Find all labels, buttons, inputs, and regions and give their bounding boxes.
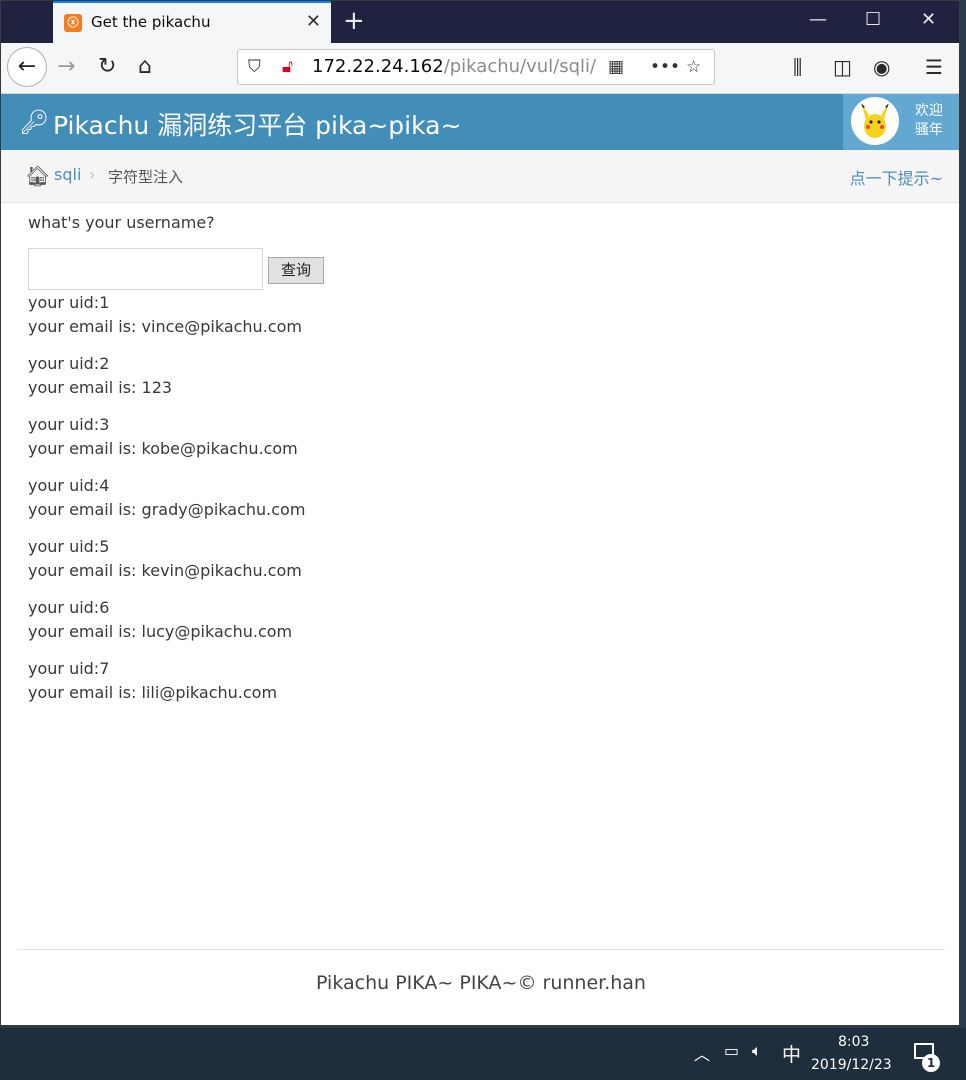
browser-window: ⓧ Get the pikachu ✕ + — ☐ ✕ ← → ↻ ⌂ ⛉ 🔓︎…: [0, 0, 960, 1026]
result-email: your email is: lili@pikachu.com: [28, 683, 278, 702]
result-uid: your uid:6: [28, 598, 110, 617]
result-uid: your uid:4: [28, 476, 110, 495]
result-email: your email is: kevin@pikachu.com: [28, 561, 302, 580]
tab-close-icon[interactable]: ✕: [306, 11, 321, 32]
footer-text: Pikachu PIKA~ PIKA~© runner.han: [316, 972, 646, 994]
breadcrumb-link-sqli[interactable]: sqli: [54, 165, 81, 184]
library-icon[interactable]: ⫼: [793, 55, 802, 79]
result-uid: your uid:1: [28, 293, 110, 312]
reload-button[interactable]: ↻: [98, 54, 116, 79]
result-email: your email is: 123: [28, 378, 173, 397]
clock-time[interactable]: 8:03: [838, 1034, 869, 1050]
url-bar[interactable]: ⛉ 🔓︎ 172.22.24.162/pikachu/vul/sqli/ ▦ •…: [237, 49, 715, 85]
qr-code-icon[interactable]: ▦: [608, 57, 624, 77]
url-text[interactable]: 172.22.24.162/pikachu/vul/sqli/: [312, 56, 596, 77]
hint-link[interactable]: 点一下提示~: [850, 165, 943, 189]
result-item: your uid:4 your email is: grady@pikachu.c…: [28, 474, 305, 522]
footer-divider: [17, 949, 945, 950]
key-icon: 🔑︎: [19, 108, 50, 136]
result-uid: your uid:2: [28, 354, 110, 373]
chevron-up-icon[interactable]: ︿: [694, 1041, 710, 1065]
minimize-button[interactable]: —: [809, 9, 827, 30]
browser-tab[interactable]: ⓧ Get the pikachu ✕: [53, 1, 331, 43]
result-email: your email is: grady@pikachu.com: [28, 500, 306, 519]
notification-badge: 1: [922, 1054, 940, 1072]
result-uid: your uid:7: [28, 659, 110, 678]
site-brand[interactable]: Pikachu 漏洞练习平台 pika~pika~: [53, 106, 461, 142]
username-question: what's your username?: [28, 213, 215, 232]
welcome-line1: 欢迎: [915, 103, 943, 119]
welcome-line2: 骚年: [915, 122, 943, 138]
main-content: what's your username? 查询 your uid:1 your …: [28, 213, 928, 702]
result-uid: your uid:5: [28, 537, 110, 556]
bookmark-star-icon[interactable]: ☆: [686, 57, 701, 77]
window-close-button[interactable]: ✕: [921, 9, 936, 30]
result-uid: your uid:3: [28, 415, 110, 434]
home-icon: 🏠︎: [25, 164, 51, 188]
query-button[interactable]: 查询: [268, 257, 324, 284]
new-tab-button[interactable]: +: [343, 6, 365, 36]
nav-bar: ← → ↻ ⌂ ⛉ 🔓︎ 172.22.24.162/pikachu/vul/s…: [1, 43, 959, 94]
clock-date[interactable]: 2019/12/23: [811, 1057, 892, 1073]
breadcrumb: 🏠︎ sqli › 字符型注入 点一下提示~: [1, 150, 959, 203]
ime-indicator[interactable]: 中: [782, 1040, 801, 1067]
volume-icon[interactable]: 🔈︎: [752, 1041, 762, 1061]
tab-bar: ⓧ Get the pikachu ✕ + — ☐ ✕: [1, 1, 959, 43]
result-item: your uid:3 your email is: kobe@pikachu.co…: [28, 413, 305, 461]
result-item: your uid:2 your email is: 123: [28, 352, 305, 400]
sidebar-icon[interactable]: ◫: [833, 55, 852, 79]
pikachu-avatar-icon: [861, 103, 889, 138]
url-host: 172.22.24.162: [312, 56, 444, 77]
result-item: your uid:7 your email is: lili@pikachu.co…: [28, 657, 305, 705]
forward-button[interactable]: →: [57, 54, 75, 79]
avatar: [851, 97, 899, 145]
breadcrumb-current: 字符型注入: [108, 168, 184, 186]
results-list: your uid:1 your email is: vince@pikachu.c…: [28, 291, 305, 718]
chevron-right-icon: ›: [89, 165, 96, 184]
result-item: your uid:1 your email is: vince@pikachu.c…: [28, 291, 305, 339]
result-item: your uid:6 your email is: lucy@pikachu.co…: [28, 596, 305, 644]
username-input[interactable]: [28, 248, 263, 290]
result-email: your email is: vince@pikachu.com: [28, 317, 302, 336]
shield-icon[interactable]: ⛉: [248, 57, 261, 77]
maximize-button[interactable]: ☐: [865, 9, 881, 30]
site-header: 🔑︎ Pikachu 漏洞练习平台 pika~pika~ 欢迎 骚年: [1, 94, 959, 150]
user-menu[interactable]: 欢迎 骚年: [843, 94, 959, 150]
url-path: /pikachu/vul/sqli/: [443, 56, 597, 77]
battery-icon[interactable]: ▭: [724, 1041, 739, 1060]
page-actions-icon[interactable]: •••: [650, 57, 680, 77]
result-email: your email is: lucy@pikachu.com: [28, 622, 293, 641]
welcome-text: 欢迎 骚年: [915, 102, 943, 140]
menu-icon[interactable]: ☰: [925, 55, 943, 79]
account-icon[interactable]: ◉: [873, 55, 890, 79]
result-item: your uid:5 your email is: kevin@pikachu.c…: [28, 535, 305, 583]
insecure-lock-icon[interactable]: 🔓︎: [282, 57, 293, 77]
taskbar: ︿ ▭ 🔈︎ 中 8:03 2019/12/23 1: [0, 1028, 966, 1080]
tab-title: Get the pikachu: [91, 13, 211, 31]
back-button[interactable]: ←: [7, 47, 47, 87]
xampp-favicon-icon: ⓧ: [64, 14, 82, 32]
home-button[interactable]: ⌂: [138, 54, 152, 79]
result-email: your email is: kobe@pikachu.com: [28, 439, 298, 458]
